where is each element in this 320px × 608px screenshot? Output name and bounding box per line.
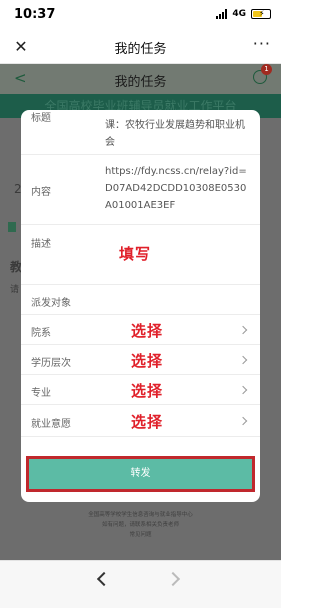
row-level[interactable]: 学历层次 选择: [21, 345, 260, 375]
row-department[interactable]: 院系 选择: [21, 315, 260, 345]
row-label: 学历层次: [31, 358, 71, 369]
forward-dialog: 标题 课：农牧行业发展趋势和职业机会 内容 https://fdy.ncss.c…: [21, 110, 260, 502]
select-annotation: 选择: [131, 413, 164, 431]
network-label: 4G: [232, 9, 246, 19]
status-indicators: 4G ⚡: [216, 9, 271, 19]
row-major[interactable]: 专业 选择: [21, 375, 260, 405]
select-annotation: 选择: [131, 382, 164, 400]
row-label: 标题: [31, 113, 51, 124]
title-value: 课：农牧行业发展趋势和职业机会: [105, 120, 245, 148]
battery-icon: ⚡: [251, 9, 271, 19]
select-annotation: 选择: [131, 352, 164, 370]
status-time: 10:37: [14, 7, 56, 22]
chevron-right-icon: [238, 385, 248, 395]
row-label: 派发对象: [31, 298, 71, 309]
bg-chip: [8, 222, 16, 232]
row-label: 描述: [31, 239, 51, 250]
footer-link[interactable]: 常见问题: [0, 530, 281, 538]
chevron-right-icon: [238, 416, 248, 426]
row-content: 内容 https://fdy.ncss.cn/relay?id=D07AD42D…: [21, 155, 260, 225]
row-description[interactable]: 描述 填写: [21, 225, 260, 285]
browser-bottom-bar: [0, 560, 281, 608]
bg-fragment: 请: [10, 285, 20, 295]
back-arrow-icon[interactable]: [96, 571, 112, 587]
notification-badge: 1: [261, 64, 272, 75]
footer-line: 全国高等学校学生信息咨询与就业指导中心: [88, 512, 193, 518]
app-title: 我的任务: [114, 75, 167, 90]
content-value: https://fdy.ncss.cn/relay?id=D07AD42DCDD…: [105, 166, 247, 211]
row-target: 派发对象: [21, 285, 260, 315]
select-annotation: 选择: [131, 322, 164, 340]
status-bar: 10:37 4G ⚡: [0, 0, 281, 30]
forward-arrow-icon[interactable]: [165, 571, 181, 587]
forward-button[interactable]: 转发: [29, 459, 252, 489]
row-label: 专业: [31, 388, 51, 399]
signal-icon: [216, 9, 228, 19]
row-title: 标题 课：农牧行业发展趋势和职业机会: [21, 110, 260, 155]
chevron-right-icon: [238, 325, 248, 335]
row-label: 内容: [31, 187, 51, 198]
row-label: 就业意愿: [31, 419, 71, 430]
forward-highlight: 转发: [26, 456, 255, 492]
app-header: < 我的任务 1: [0, 64, 281, 94]
nav-title: 我的任务: [114, 42, 167, 57]
top-nav: ✕ 我的任务 ···: [0, 30, 281, 64]
chevron-right-icon: [238, 355, 248, 365]
more-icon[interactable]: ···: [253, 34, 271, 53]
row-label: 院系: [31, 328, 51, 339]
fill-annotation: 填写: [119, 245, 152, 263]
row-intention[interactable]: 就业意愿 选择: [21, 405, 260, 437]
footer-line: 如有问题，请联系相关负责老师: [101, 522, 179, 528]
